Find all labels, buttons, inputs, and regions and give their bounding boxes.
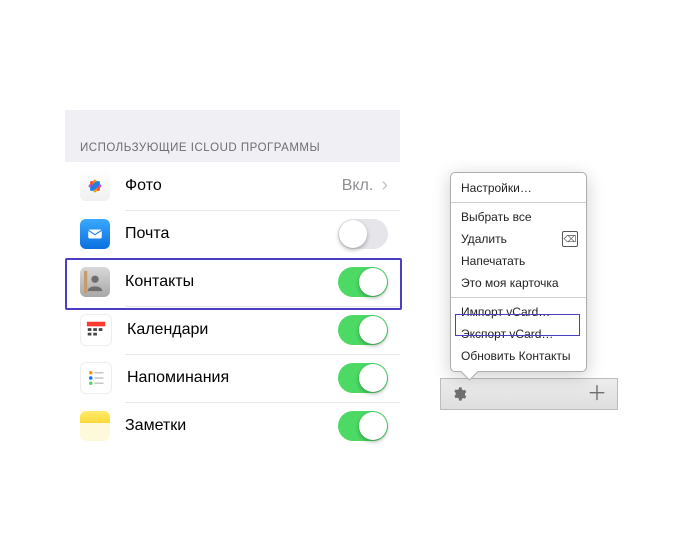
menu-separator: [451, 202, 586, 203]
chevron-right-icon: ›: [381, 175, 388, 195]
menu-mycard[interactable]: Это моя карточка: [451, 272, 586, 294]
toggle-calendar[interactable]: [338, 315, 388, 345]
settings-list: Фото Вкл. › Почта: [65, 162, 400, 450]
menu-delete[interactable]: Удалить ⌫: [451, 228, 586, 250]
row-label: Контакты: [125, 273, 338, 291]
menu-delete-label: Удалить: [461, 232, 507, 246]
row-tail: Вкл. ›: [342, 177, 400, 195]
toggle-reminders[interactable]: [338, 363, 388, 393]
mail-icon: [80, 219, 110, 249]
contacts-icon: [80, 267, 110, 297]
row-label: Заметки: [125, 417, 338, 435]
menu-separator: [451, 297, 586, 298]
row-label: Напоминания: [127, 369, 338, 387]
notes-icon: [80, 411, 110, 441]
photos-icon: [80, 171, 110, 201]
gear-icon[interactable]: [451, 386, 467, 402]
menu-print[interactable]: Напечатать: [451, 250, 586, 272]
plus-icon[interactable]: ＋: [587, 384, 607, 404]
dropdown-panel: Настройки… Выбрать все Удалить ⌫ Напечат…: [440, 172, 618, 410]
menu-export-vcard[interactable]: Экспорт vCard…: [451, 323, 586, 345]
toggle-notes[interactable]: [338, 411, 388, 441]
stage: ИСПОЛЬЗУЮЩИЕ ICLOUD ПРОГРАММЫ: [0, 0, 690, 559]
menu-refresh-contacts[interactable]: Обновить Контакты: [451, 345, 586, 367]
menu-select-all[interactable]: Выбрать все: [451, 206, 586, 228]
row-mail[interactable]: Почта: [65, 210, 400, 258]
row-value: Вкл.: [342, 177, 374, 195]
backspace-icon: ⌫: [562, 231, 578, 247]
row-contacts[interactable]: Контакты: [65, 258, 400, 306]
row-reminders[interactable]: Напоминания: [65, 354, 400, 402]
calendar-icon: [80, 314, 112, 346]
menu-import-vcard[interactable]: Импорт vCard…: [451, 301, 586, 323]
section-header: ИСПОЛЬЗУЮЩИЕ ICLOUD ПРОГРАММЫ: [65, 110, 400, 162]
action-menu: Настройки… Выбрать все Удалить ⌫ Напечат…: [450, 172, 587, 372]
row-label: Фото: [125, 177, 342, 195]
row-notes[interactable]: Заметки: [65, 402, 400, 450]
row-label: Календари: [127, 321, 338, 339]
row-label: Почта: [125, 225, 338, 243]
toggle-contacts[interactable]: [338, 267, 388, 297]
row-photos[interactable]: Фото Вкл. ›: [65, 162, 400, 210]
menu-settings[interactable]: Настройки…: [451, 177, 586, 199]
toggle-mail[interactable]: [338, 219, 388, 249]
reminders-icon: [80, 362, 112, 394]
row-calendar[interactable]: Календари: [65, 306, 400, 354]
icloud-settings-panel: ИСПОЛЬЗУЮЩИЕ ICLOUD ПРОГРАММЫ: [65, 110, 400, 450]
toolbar: ＋: [440, 378, 618, 410]
